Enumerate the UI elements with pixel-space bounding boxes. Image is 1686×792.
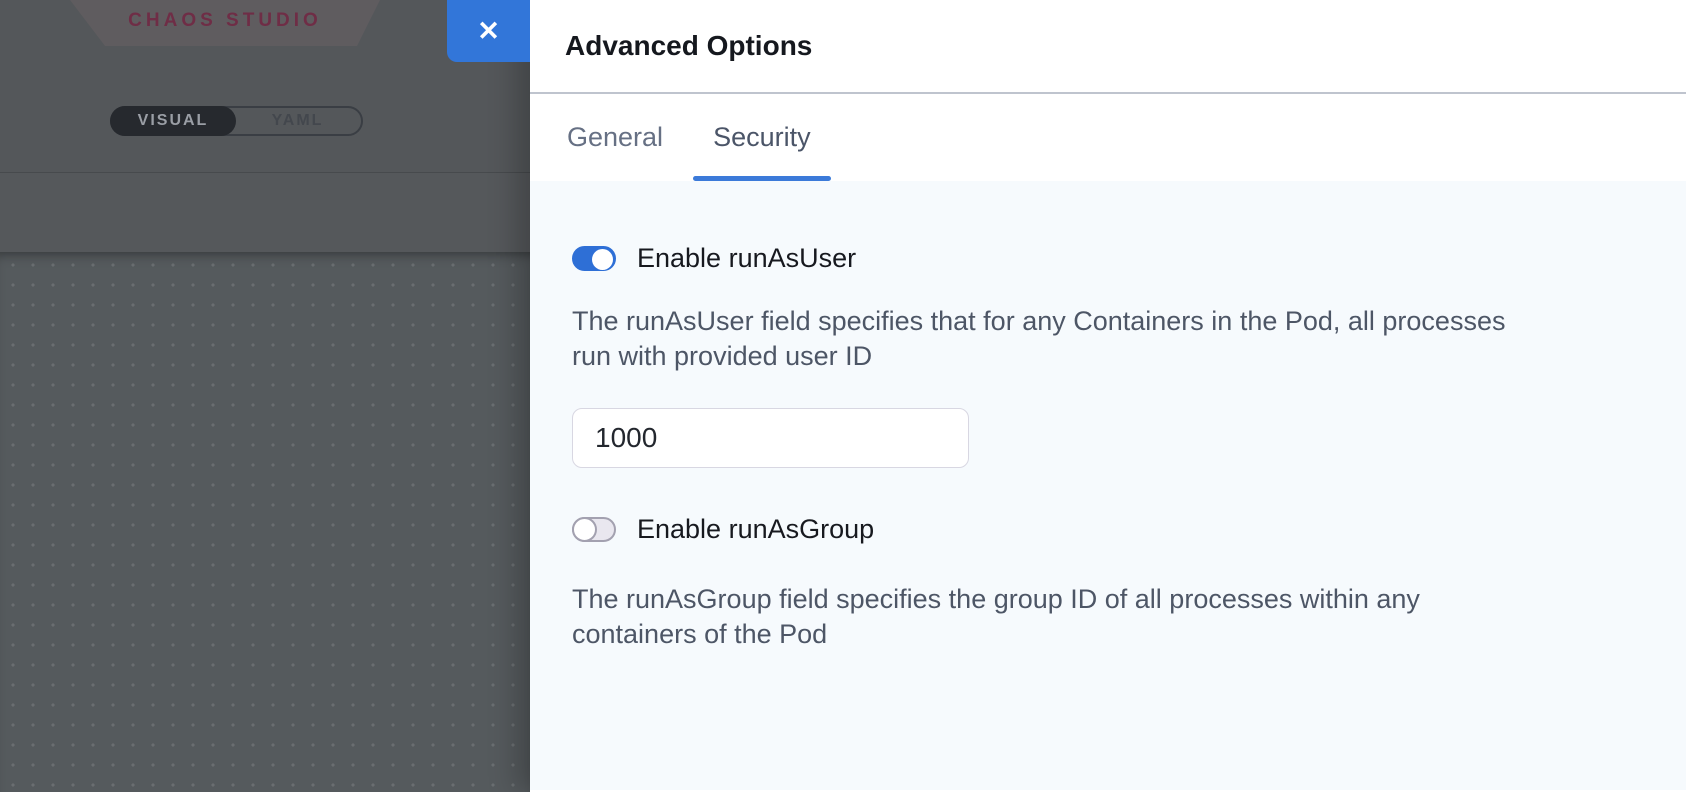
toggle-knob xyxy=(592,249,613,270)
run-as-user-row: Enable runAsUser xyxy=(572,245,1646,271)
description-line: The runAsGroup field specifies the group… xyxy=(572,582,1646,617)
yaml-tab-label: YAML xyxy=(272,112,324,130)
description-line: containers of the Pod xyxy=(572,617,1646,652)
run-as-group-row: Enable runAsGroup xyxy=(572,516,1646,542)
run-as-group-toggle[interactable] xyxy=(572,517,616,542)
advanced-options-panel: Advanced Options General Security Enable… xyxy=(530,0,1686,792)
run-as-user-description: The runAsUser field specifies that for a… xyxy=(572,304,1646,374)
tab-bar: General Security xyxy=(530,94,1686,181)
panel-title: Advanced Options xyxy=(565,30,812,62)
toggle-knob xyxy=(572,517,597,542)
run-as-user-input[interactable] xyxy=(572,408,969,468)
run-as-user-toggle[interactable] xyxy=(572,246,616,271)
tab-security[interactable]: Security xyxy=(693,94,831,181)
description-line: The runAsUser field specifies that for a… xyxy=(572,304,1646,339)
dotted-canvas xyxy=(0,252,530,792)
run-as-group-description: The runAsGroup field specifies the group… xyxy=(572,582,1646,652)
visual-tab-label: VISUAL xyxy=(138,112,209,130)
description-line: run with provided user ID xyxy=(572,339,1646,374)
close-button[interactable]: ✕ xyxy=(447,0,530,62)
run-as-user-label: Enable runAsUser xyxy=(637,243,856,274)
yaml-tab[interactable]: YAML xyxy=(234,108,361,134)
security-tab-content: Enable runAsUser The runAsUser field spe… xyxy=(530,181,1686,790)
dimmed-app-backdrop: CHAOS STUDIO VISUAL YAML xyxy=(0,0,530,792)
panel-header: Advanced Options xyxy=(530,0,1686,94)
app-title: CHAOS STUDIO xyxy=(128,10,322,32)
app-banner: CHAOS STUDIO xyxy=(70,0,380,46)
close-icon: ✕ xyxy=(477,18,500,45)
canvas-toolbar xyxy=(0,173,530,252)
tab-general[interactable]: General xyxy=(547,94,683,181)
view-mode-toggle[interactable]: VISUAL YAML xyxy=(110,106,363,136)
run-as-group-label: Enable runAsGroup xyxy=(637,514,874,545)
visual-tab[interactable]: VISUAL xyxy=(110,106,236,136)
